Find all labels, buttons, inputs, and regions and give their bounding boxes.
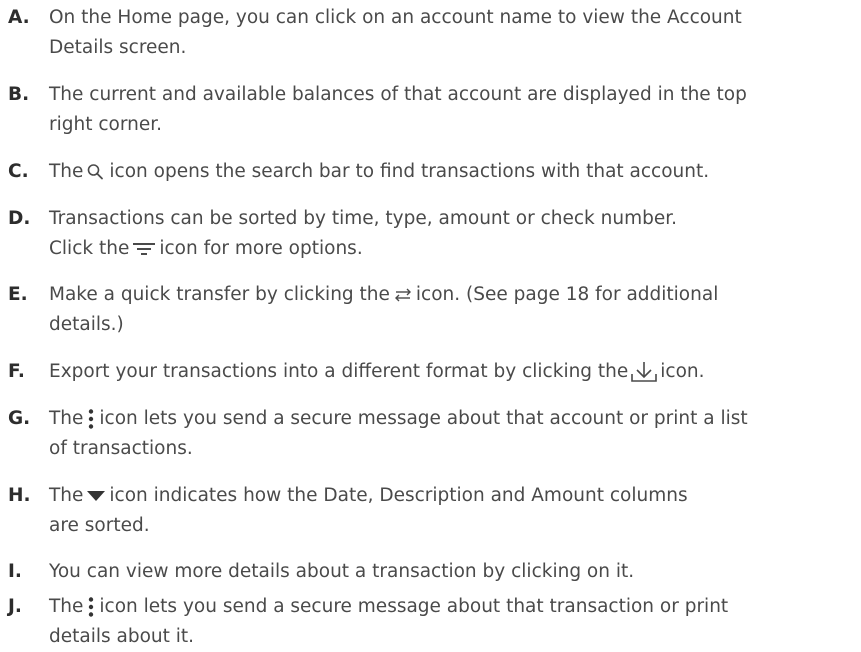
item-line: The icon lets you send a secure message a… — [49, 404, 861, 434]
item-line: details.) — [49, 314, 124, 335]
item-text: On the Home page, you can click on an ac… — [49, 3, 861, 63]
item-line: The icon lets you send a secure message a… — [49, 592, 861, 622]
item-text-post: icon. — [660, 361, 705, 382]
item-text-post: icon for more options. — [159, 238, 363, 259]
transfer-icon — [393, 287, 413, 303]
item-text-pre: Export your transactions into a differen… — [49, 361, 629, 382]
item-text-pre: The — [49, 485, 84, 506]
item-text-post: icon lets you send a secure message abou… — [99, 596, 729, 617]
triangle-down-icon — [86, 490, 106, 502]
download-icon — [631, 361, 658, 383]
item-line: details about it. — [49, 626, 195, 647]
sort-options-icon — [132, 241, 156, 257]
search-icon — [86, 163, 106, 181]
item-line: The icon indicates how the Date, Descript… — [49, 481, 861, 511]
item-text: The icon lets you send a secure message a… — [49, 592, 861, 652]
item-text: Transactions can be sorted by time, type… — [49, 204, 861, 264]
item-text: The icon lets you send a secure message a… — [49, 404, 861, 464]
item-line: Make a quick transfer by clicking the ico… — [49, 280, 861, 310]
item-line: Export your transactions into a differen… — [49, 357, 861, 387]
item-letter: I. — [8, 561, 22, 582]
item-text-pre: Make a quick transfer by clicking the — [49, 284, 390, 305]
item-text-post: icon indicates how the Date, Description… — [109, 485, 688, 506]
item-text: You can view more details about a transa… — [49, 557, 861, 587]
item-line: You can view more details about a transa… — [49, 561, 635, 582]
item-letter: H. — [8, 485, 31, 506]
item-line: right corner. — [49, 114, 163, 135]
item-text-post: icon lets you send a secure message abou… — [99, 408, 748, 429]
item-text: Export your transactions into a differen… — [49, 357, 861, 387]
item-letter: D. — [8, 208, 31, 229]
item-letter: J. — [8, 596, 22, 617]
item-text-post: icon opens the search bar to find transa… — [109, 161, 710, 182]
item-line: Details screen. — [49, 37, 187, 58]
item-text-post: icon. (See page 18 for additional — [415, 284, 719, 305]
item-letter: A. — [8, 7, 30, 28]
item-line: of transactions. — [49, 438, 193, 459]
item-letter: E. — [8, 284, 28, 305]
item-text: The icon opens the search bar to find tra… — [49, 157, 861, 187]
item-text: Make a quick transfer by clicking the ico… — [49, 280, 861, 340]
item-line: The icon opens the search bar to find tra… — [49, 157, 861, 187]
item-line: Transactions can be sorted by time, type… — [49, 208, 678, 229]
item-line: are sorted. — [49, 515, 150, 536]
item-text: The current and available balances of th… — [49, 80, 861, 140]
item-text-pre: Click the — [49, 238, 130, 259]
item-line: Click the icon for more options. — [49, 234, 861, 264]
item-text-pre: The — [49, 596, 84, 617]
item-letter: B. — [8, 84, 30, 105]
more-vertical-icon — [86, 596, 96, 618]
item-line: On the Home page, you can click on an ac… — [49, 7, 742, 28]
more-vertical-icon — [86, 408, 96, 430]
item-text: The icon indicates how the Date, Descript… — [49, 481, 861, 541]
item-letter: F. — [8, 361, 25, 382]
item-text-pre: The — [49, 161, 84, 182]
item-text-pre: The — [49, 408, 84, 429]
item-letter: C. — [8, 161, 29, 182]
item-line: The current and available balances of th… — [49, 84, 747, 105]
item-letter: G. — [8, 408, 31, 429]
